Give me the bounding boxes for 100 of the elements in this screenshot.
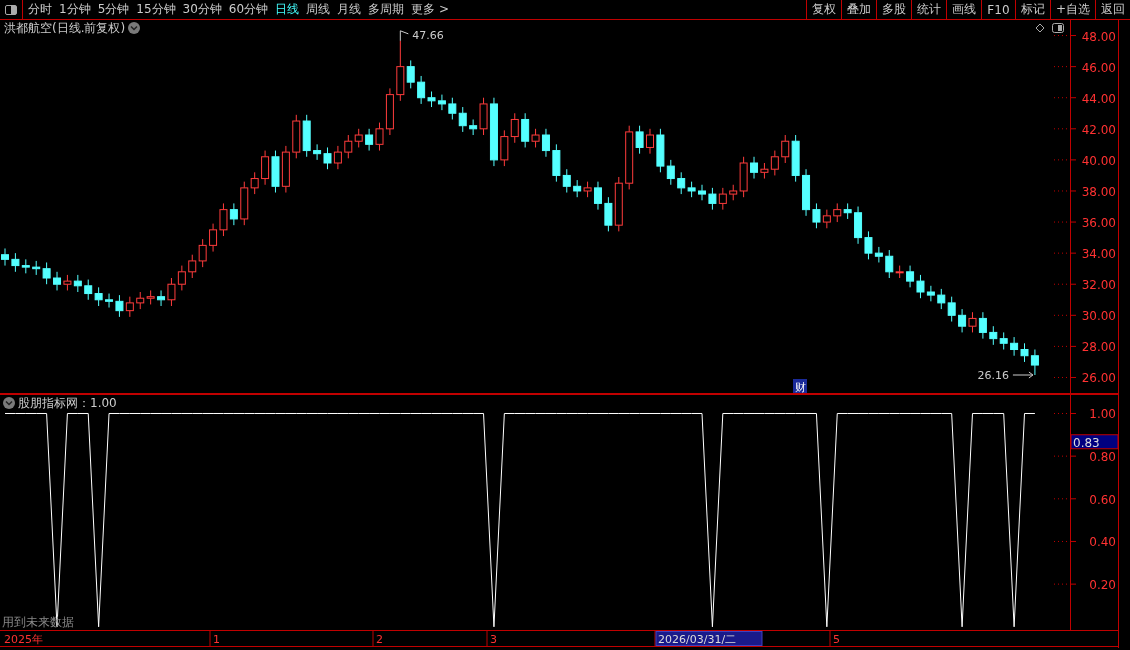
period-tab[interactable]: 分时 xyxy=(28,1,52,18)
candlestick xyxy=(573,179,582,198)
candlestick xyxy=(978,311,987,340)
selected-date-label: 2026/03/31/二 xyxy=(655,631,763,646)
time-axis-label: 5 xyxy=(833,633,840,646)
dropdown-icon[interactable] xyxy=(128,22,140,34)
candlestick xyxy=(937,288,946,310)
axis-label: 1.00 xyxy=(1089,407,1116,422)
axis-label: 46.00 xyxy=(1081,60,1116,75)
candlestick xyxy=(136,291,145,310)
time-axis-label: 2 xyxy=(376,633,383,646)
candlestick xyxy=(833,202,842,223)
finance-badge[interactable]: 财 xyxy=(793,379,807,394)
candlestick xyxy=(198,238,207,268)
period-tab[interactable]: 更多 > xyxy=(411,1,449,18)
period-tab[interactable]: 月线 xyxy=(337,1,362,18)
axis-label: 48.00 xyxy=(1081,29,1116,44)
candlestick xyxy=(271,150,280,194)
axis-label: 38.00 xyxy=(1081,184,1116,199)
stock-title: 洪都航空(日线.前复权) xyxy=(4,21,126,35)
candlestick xyxy=(448,97,457,120)
candlestick xyxy=(73,274,82,293)
candlestick xyxy=(354,128,363,148)
axis-label: 44.00 xyxy=(1081,91,1116,106)
panel-toggle-icon xyxy=(5,4,17,15)
axis-label: 30.00 xyxy=(1081,309,1116,324)
candlestick xyxy=(646,128,654,155)
candlestick xyxy=(437,94,446,111)
panel-toggle-icon[interactable] xyxy=(1052,23,1064,33)
axis-label: 36.00 xyxy=(1081,216,1116,231)
candlestick xyxy=(677,171,686,195)
time-axis-label: 1 xyxy=(213,633,220,646)
period-tab[interactable]: 日线 xyxy=(275,1,300,18)
candlestick xyxy=(188,254,197,279)
candlestick xyxy=(947,296,956,323)
candlestick xyxy=(261,150,270,186)
candlestick xyxy=(323,146,332,170)
candlestick xyxy=(1020,342,1029,363)
candlestick xyxy=(687,181,696,198)
candlestick xyxy=(209,223,218,253)
time-axis-label: 3 xyxy=(490,633,497,646)
candlestick xyxy=(344,134,353,159)
candlestick xyxy=(822,209,831,229)
period-tab[interactable]: 30分钟 xyxy=(182,1,222,18)
period-tab[interactable]: 周线 xyxy=(306,1,331,18)
candlestick xyxy=(708,187,717,211)
high-price-label: 47.66 xyxy=(412,28,444,42)
candlestick xyxy=(365,128,374,152)
period-tab[interactable]: 1分钟 xyxy=(59,1,91,18)
candlestick xyxy=(999,331,1008,350)
candlestick xyxy=(1,248,9,267)
axis-label: 32.00 xyxy=(1081,278,1116,293)
axis-label: 40.00 xyxy=(1081,153,1116,168)
cursor-value-label: 0.83 xyxy=(1070,434,1118,450)
candlestick xyxy=(698,184,706,201)
dropdown-icon[interactable] xyxy=(3,397,15,409)
axis-label: 42.00 xyxy=(1081,122,1116,137)
candlestick xyxy=(583,181,592,198)
arrow-icon xyxy=(1012,371,1034,379)
candlestick xyxy=(11,252,20,273)
candlestick xyxy=(292,114,301,159)
candlestick xyxy=(750,156,759,180)
candlestick xyxy=(313,143,322,161)
candlestick xyxy=(177,265,186,291)
candlestick xyxy=(1030,349,1039,376)
axis-label: 28.00 xyxy=(1081,340,1116,355)
candlestick xyxy=(500,129,509,167)
diamond-icon[interactable] xyxy=(1035,23,1045,33)
candlestick xyxy=(989,325,998,346)
period-tab[interactable]: 60分钟 xyxy=(228,1,269,18)
candlestick xyxy=(718,187,727,211)
axis-label: 0.40 xyxy=(1089,535,1116,550)
indicator-title: 股朋指标网：1.00 xyxy=(18,396,117,410)
period-tab[interactable]: 多周期 xyxy=(368,1,405,18)
period-tab[interactable]: 15分钟 xyxy=(136,1,176,18)
candlestick xyxy=(458,106,467,133)
axis-label: 0.20 xyxy=(1089,578,1116,593)
candlestick xyxy=(968,311,977,333)
candlestick xyxy=(63,274,72,291)
candlestick xyxy=(94,286,103,307)
axis-label: 26.00 xyxy=(1081,371,1116,386)
candlestick xyxy=(854,206,863,245)
candlestick xyxy=(302,114,311,158)
candlestick xyxy=(53,271,61,291)
candlestick xyxy=(281,145,290,194)
candlestick xyxy=(84,279,93,301)
candlestick xyxy=(1010,336,1019,357)
axis-label: 0.80 xyxy=(1089,450,1116,465)
period-tab[interactable]: 5分钟 xyxy=(97,1,130,18)
candlestick xyxy=(594,181,602,211)
candlestick xyxy=(958,308,967,333)
time-axis-label: 2025年 xyxy=(4,633,43,646)
low-price-label: 26.16 xyxy=(977,369,1009,382)
candlestick xyxy=(333,145,342,170)
candlestick xyxy=(125,296,134,318)
candlestick xyxy=(21,258,30,274)
leader-line xyxy=(399,30,409,42)
candlestick xyxy=(843,202,852,220)
axis-label: 0.60 xyxy=(1089,492,1116,507)
candlestick xyxy=(906,265,915,288)
